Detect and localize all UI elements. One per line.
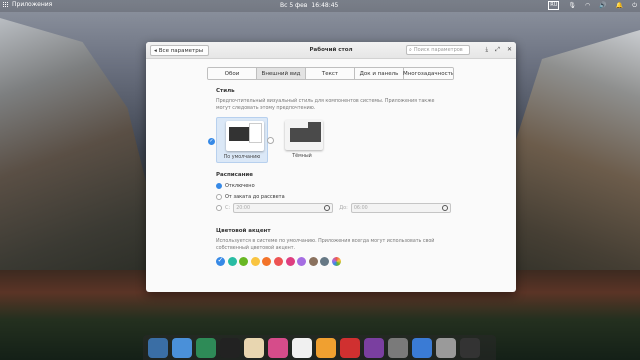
trash-icon[interactable] — [436, 337, 456, 358]
search-box[interactable]: ⌕ — [406, 45, 470, 55]
schedule-option-disabled[interactable]: Отключено — [216, 182, 451, 189]
to-time-value: 06:00 — [353, 205, 368, 211]
tab-bar: Обои Внешний вид Текст Док и панель Мног… — [207, 67, 454, 80]
accent-swatch-lime[interactable] — [239, 257, 249, 266]
accent-swatch-auto[interactable] — [331, 257, 341, 266]
accent-swatch-cocoa[interactable] — [308, 257, 318, 266]
keyboard-layout-indicator[interactable]: RU — [548, 1, 560, 10]
files-icon[interactable] — [172, 337, 192, 358]
maximize-icon[interactable]: ⤢ — [495, 46, 500, 54]
system-icon[interactable] — [460, 337, 480, 358]
photos-icon[interactable] — [364, 337, 384, 358]
titlebar: ◂ Все параметры Рабочий стол ⌕ ⤓ ⤢ ✕ — [146, 42, 516, 59]
to-time-field[interactable]: 06:00 — [350, 203, 451, 213]
volume-icon[interactable]: 🔊 — [599, 2, 606, 9]
close-icon[interactable]: ✕ — [507, 46, 512, 54]
style-option-dark[interactable]: Тёмный — [267, 117, 328, 163]
download-icon[interactable]: ⤓ — [486, 46, 489, 54]
accent-section: Цветовой акцент Используется в системе п… — [216, 228, 451, 266]
settings-window: ◂ Все параметры Рабочий стол ⌕ ⤓ ⤢ ✕ Обо… — [146, 42, 516, 292]
microphone-icon[interactable]: 🎙 — [568, 2, 576, 9]
accent-heading: Цветовой акцент — [216, 228, 271, 234]
applications-menu[interactable]: Приложения — [3, 1, 52, 8]
from-time-field[interactable]: 20:00 — [233, 203, 334, 213]
schedule-section: Расписание Отключено От заката до рассве… — [216, 172, 451, 213]
apps-grid-icon — [3, 1, 9, 8]
schedule-heading: Расписание — [216, 172, 254, 178]
accent-swatch-orange[interactable] — [262, 257, 272, 266]
dark-style-preview — [285, 120, 323, 150]
schedule-option-sunset[interactable]: От заката до рассвета — [216, 193, 451, 200]
window-controls: ⤓ ⤢ ✕ — [486, 46, 513, 54]
mail-icon[interactable] — [244, 337, 264, 358]
search-icon: ⌕ — [409, 47, 412, 53]
accent-swatch-slate[interactable] — [320, 257, 330, 266]
accent-description: Используется в системе по умолчанию. При… — [216, 239, 435, 251]
radio-button — [216, 193, 222, 200]
accent-swatch-strawberry[interactable] — [273, 257, 283, 266]
radio-button[interactable] — [216, 205, 222, 211]
tab-text[interactable]: Текст — [306, 68, 355, 79]
date-time[interactable]: Вс 5 фев 16:48:45 — [280, 2, 338, 9]
style-option-default[interactable]: ✓ По умолчанию — [208, 117, 268, 163]
accent-swatch-bubblegum[interactable] — [285, 257, 295, 266]
multitasking-icon[interactable] — [148, 337, 168, 358]
to-label: До: — [339, 205, 348, 211]
schedule-option-label: Отключено — [225, 182, 255, 189]
notifications-icon[interactable]: 🔔 — [616, 2, 623, 9]
style-description: Предпочтительный визуальный стиль для ко… — [216, 99, 435, 111]
accent-swatches — [216, 256, 451, 266]
date-label: Вс 5 фев — [280, 2, 308, 9]
clock-icon — [324, 205, 331, 211]
videos-icon[interactable] — [340, 337, 360, 358]
accent-swatch-banana[interactable] — [250, 257, 260, 266]
system-tray: RU 🎙 ◠ 🔊 🔔 ⏻ — [548, 1, 637, 10]
dock — [143, 335, 496, 360]
top-panel: Приложения Вс 5 фев 16:48:45 RU 🎙 ◠ 🔊 🔔 … — [0, 0, 640, 12]
network-icon[interactable]: ◠ — [585, 2, 590, 9]
tab-multitasking[interactable]: Многозадачность — [403, 68, 453, 79]
schedule-time-row: С: 20:00 До: 06:00 — [216, 203, 451, 213]
radio-button-selected — [216, 182, 222, 189]
terminal-icon[interactable] — [220, 337, 240, 358]
schedule-option-label: От заката до рассвета — [225, 193, 285, 200]
check-icon: ✓ — [208, 138, 215, 145]
time-label: 16:48:45 — [311, 2, 339, 9]
tab-wallpaper[interactable]: Обои — [208, 68, 257, 79]
applications-label: Приложения — [12, 1, 53, 8]
accent-swatch-blueberry[interactable] — [216, 256, 225, 266]
tab-dock-panel[interactable]: Док и панель — [355, 68, 404, 79]
style-options: ✓ По умолчанию Тёмный — [208, 117, 328, 163]
music-icon[interactable] — [316, 337, 336, 358]
style-heading: Стиль — [216, 88, 235, 94]
accent-swatch-mint[interactable] — [227, 257, 237, 266]
from-time-value: 20:00 — [236, 205, 251, 211]
calendar-icon[interactable] — [292, 337, 312, 358]
default-style-preview — [226, 121, 264, 151]
accent-swatch-grape[interactable] — [297, 257, 307, 266]
tasks-icon[interactable] — [268, 337, 288, 358]
appcenter-icon[interactable] — [412, 337, 432, 358]
from-label: С: — [225, 205, 231, 211]
style-label-default: По умолчанию — [223, 155, 261, 160]
settings-icon[interactable] — [388, 337, 408, 358]
style-label-dark: Тёмный — [292, 154, 312, 159]
appearance-content: Стиль Предпочтительный визуальный стиль … — [208, 88, 451, 266]
browser-icon[interactable] — [196, 337, 216, 358]
radio-button — [267, 137, 274, 144]
search-input[interactable] — [413, 47, 466, 53]
tab-appearance[interactable]: Внешний вид — [257, 68, 306, 79]
clock-icon — [441, 205, 448, 211]
power-icon[interactable]: ⏻ — [632, 2, 637, 10]
